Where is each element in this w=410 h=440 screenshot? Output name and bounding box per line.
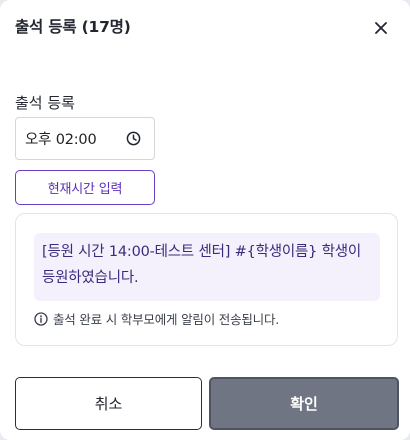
attendance-dialog: 출석 등록 (17명) 출석 등록 오후 02:00 현재시간 입력 [등원 시… [0, 0, 410, 440]
cancel-button[interactable]: 취소 [15, 377, 202, 430]
time-field-label: 출석 등록 [15, 94, 75, 112]
notice-text: 출석 완료 시 학부모에게 알림이 전송됩니다. [53, 312, 280, 327]
clock-icon[interactable] [126, 131, 141, 146]
message-preview-card: [등원 시간 14:00-테스트 센터] #{학생이름} 학생이 등원하였습니다… [15, 213, 398, 346]
notification-message: [등원 시간 14:00-테스트 센터] #{학생이름} 학생이 등원하였습니다… [34, 233, 380, 301]
notice-row: 출석 완료 시 학부모에게 알림이 전송됩니다. [34, 309, 279, 328]
time-value[interactable]: 오후 02:00 [25, 128, 126, 149]
time-input[interactable]: 오후 02:00 [15, 117, 155, 160]
dialog-title: 출석 등록 (17명) [15, 18, 131, 36]
confirm-button[interactable]: 확인 [209, 377, 399, 430]
current-time-button[interactable]: 현재시간 입력 [15, 170, 155, 205]
info-icon [34, 311, 48, 326]
close-icon[interactable] [371, 18, 391, 38]
dialog-header: 출석 등록 (17명) [15, 16, 395, 40]
